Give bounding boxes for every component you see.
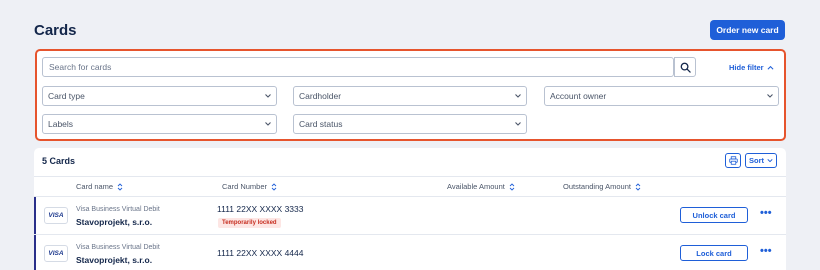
column-header-card-name[interactable]: Card name bbox=[76, 182, 123, 191]
labels-select[interactable]: Labels bbox=[42, 114, 277, 134]
chevron-up-icon bbox=[767, 65, 774, 70]
unlock-card-button[interactable]: Unlock card bbox=[680, 207, 748, 223]
row-accent bbox=[34, 235, 36, 270]
chevron-down-icon bbox=[767, 94, 773, 98]
search-icon bbox=[680, 62, 691, 73]
more-options-icon[interactable]: ••• bbox=[760, 246, 772, 257]
card-number: 1111 22XX XXXX 3333 bbox=[217, 204, 304, 214]
list-title: 5 Cards bbox=[42, 156, 76, 166]
chevron-down-icon bbox=[265, 122, 271, 126]
chevron-down-icon bbox=[515, 94, 521, 98]
column-header-outstanding-amount[interactable]: Outstanding Amount bbox=[563, 182, 641, 191]
cardholder-label: Cardholder bbox=[299, 91, 342, 101]
printer-icon bbox=[728, 156, 738, 165]
card-type-label: Card type bbox=[48, 91, 85, 101]
column-header-label: Outstanding Amount bbox=[563, 182, 631, 191]
sort-arrows-icon bbox=[271, 182, 277, 191]
cardholder-name: Stavoprojekt, s.r.o. bbox=[76, 217, 153, 227]
column-header-card-number[interactable]: Card Number bbox=[222, 182, 277, 191]
visa-logo: VISA bbox=[44, 207, 68, 224]
card-status-label: Card status bbox=[299, 119, 343, 129]
filter-panel: Search for cards Hide filter Card type C… bbox=[35, 49, 786, 141]
chevron-down-icon bbox=[767, 159, 773, 163]
hide-filter-button[interactable]: Hide filter bbox=[729, 63, 774, 72]
status-badge: Temporarily locked bbox=[218, 218, 281, 228]
column-header-label: Card Number bbox=[222, 182, 268, 191]
card-type-select[interactable]: Card type bbox=[42, 86, 277, 106]
lock-card-button[interactable]: Lock card bbox=[680, 245, 748, 261]
card-type-text: Visa Business Virtual Debit bbox=[76, 206, 160, 213]
more-options-icon[interactable]: ••• bbox=[760, 208, 772, 219]
search-button[interactable] bbox=[674, 57, 696, 77]
labels-label: Labels bbox=[48, 119, 74, 129]
order-new-card-button[interactable]: Order new card bbox=[710, 20, 785, 40]
column-header-available-amount[interactable]: Available Amount bbox=[447, 182, 515, 191]
card-status-select[interactable]: Card status bbox=[293, 114, 527, 134]
card-number: 1111 22XX XXXX 4444 bbox=[217, 248, 304, 258]
page-title: Cards bbox=[34, 22, 77, 39]
sort-label: Sort bbox=[749, 156, 764, 165]
sort-arrows-icon bbox=[635, 182, 641, 191]
cardholder-name: Stavoprojekt, s.r.o. bbox=[76, 255, 153, 265]
cardholder-select[interactable]: Cardholder bbox=[293, 86, 527, 106]
table-row[interactable]: VISA Visa Business Virtual Debit Stavopr… bbox=[34, 196, 786, 234]
account-owner-label: Account owner bbox=[550, 91, 607, 101]
sort-arrows-icon bbox=[509, 182, 515, 191]
sort-button[interactable]: Sort bbox=[745, 153, 777, 168]
card-list: 5 Cards Sort Card name Card Number Avail… bbox=[34, 148, 786, 270]
table-row[interactable]: VISA Visa Business Virtual Debit Stavopr… bbox=[34, 234, 786, 270]
column-header-label: Available Amount bbox=[447, 182, 505, 191]
search-input[interactable]: Search for cards bbox=[42, 57, 674, 77]
card-type-text: Visa Business Virtual Debit bbox=[76, 244, 160, 251]
table-header: Card name Card Number Available Amount O… bbox=[34, 176, 786, 196]
row-accent bbox=[34, 197, 36, 234]
hide-filter-label: Hide filter bbox=[729, 63, 764, 72]
account-owner-select[interactable]: Account owner bbox=[544, 86, 779, 106]
chevron-down-icon bbox=[265, 94, 271, 98]
column-header-label: Card name bbox=[76, 182, 114, 191]
sort-arrows-icon bbox=[117, 182, 123, 191]
visa-logo: VISA bbox=[44, 245, 68, 262]
print-button[interactable] bbox=[725, 153, 741, 168]
chevron-down-icon bbox=[515, 122, 521, 126]
